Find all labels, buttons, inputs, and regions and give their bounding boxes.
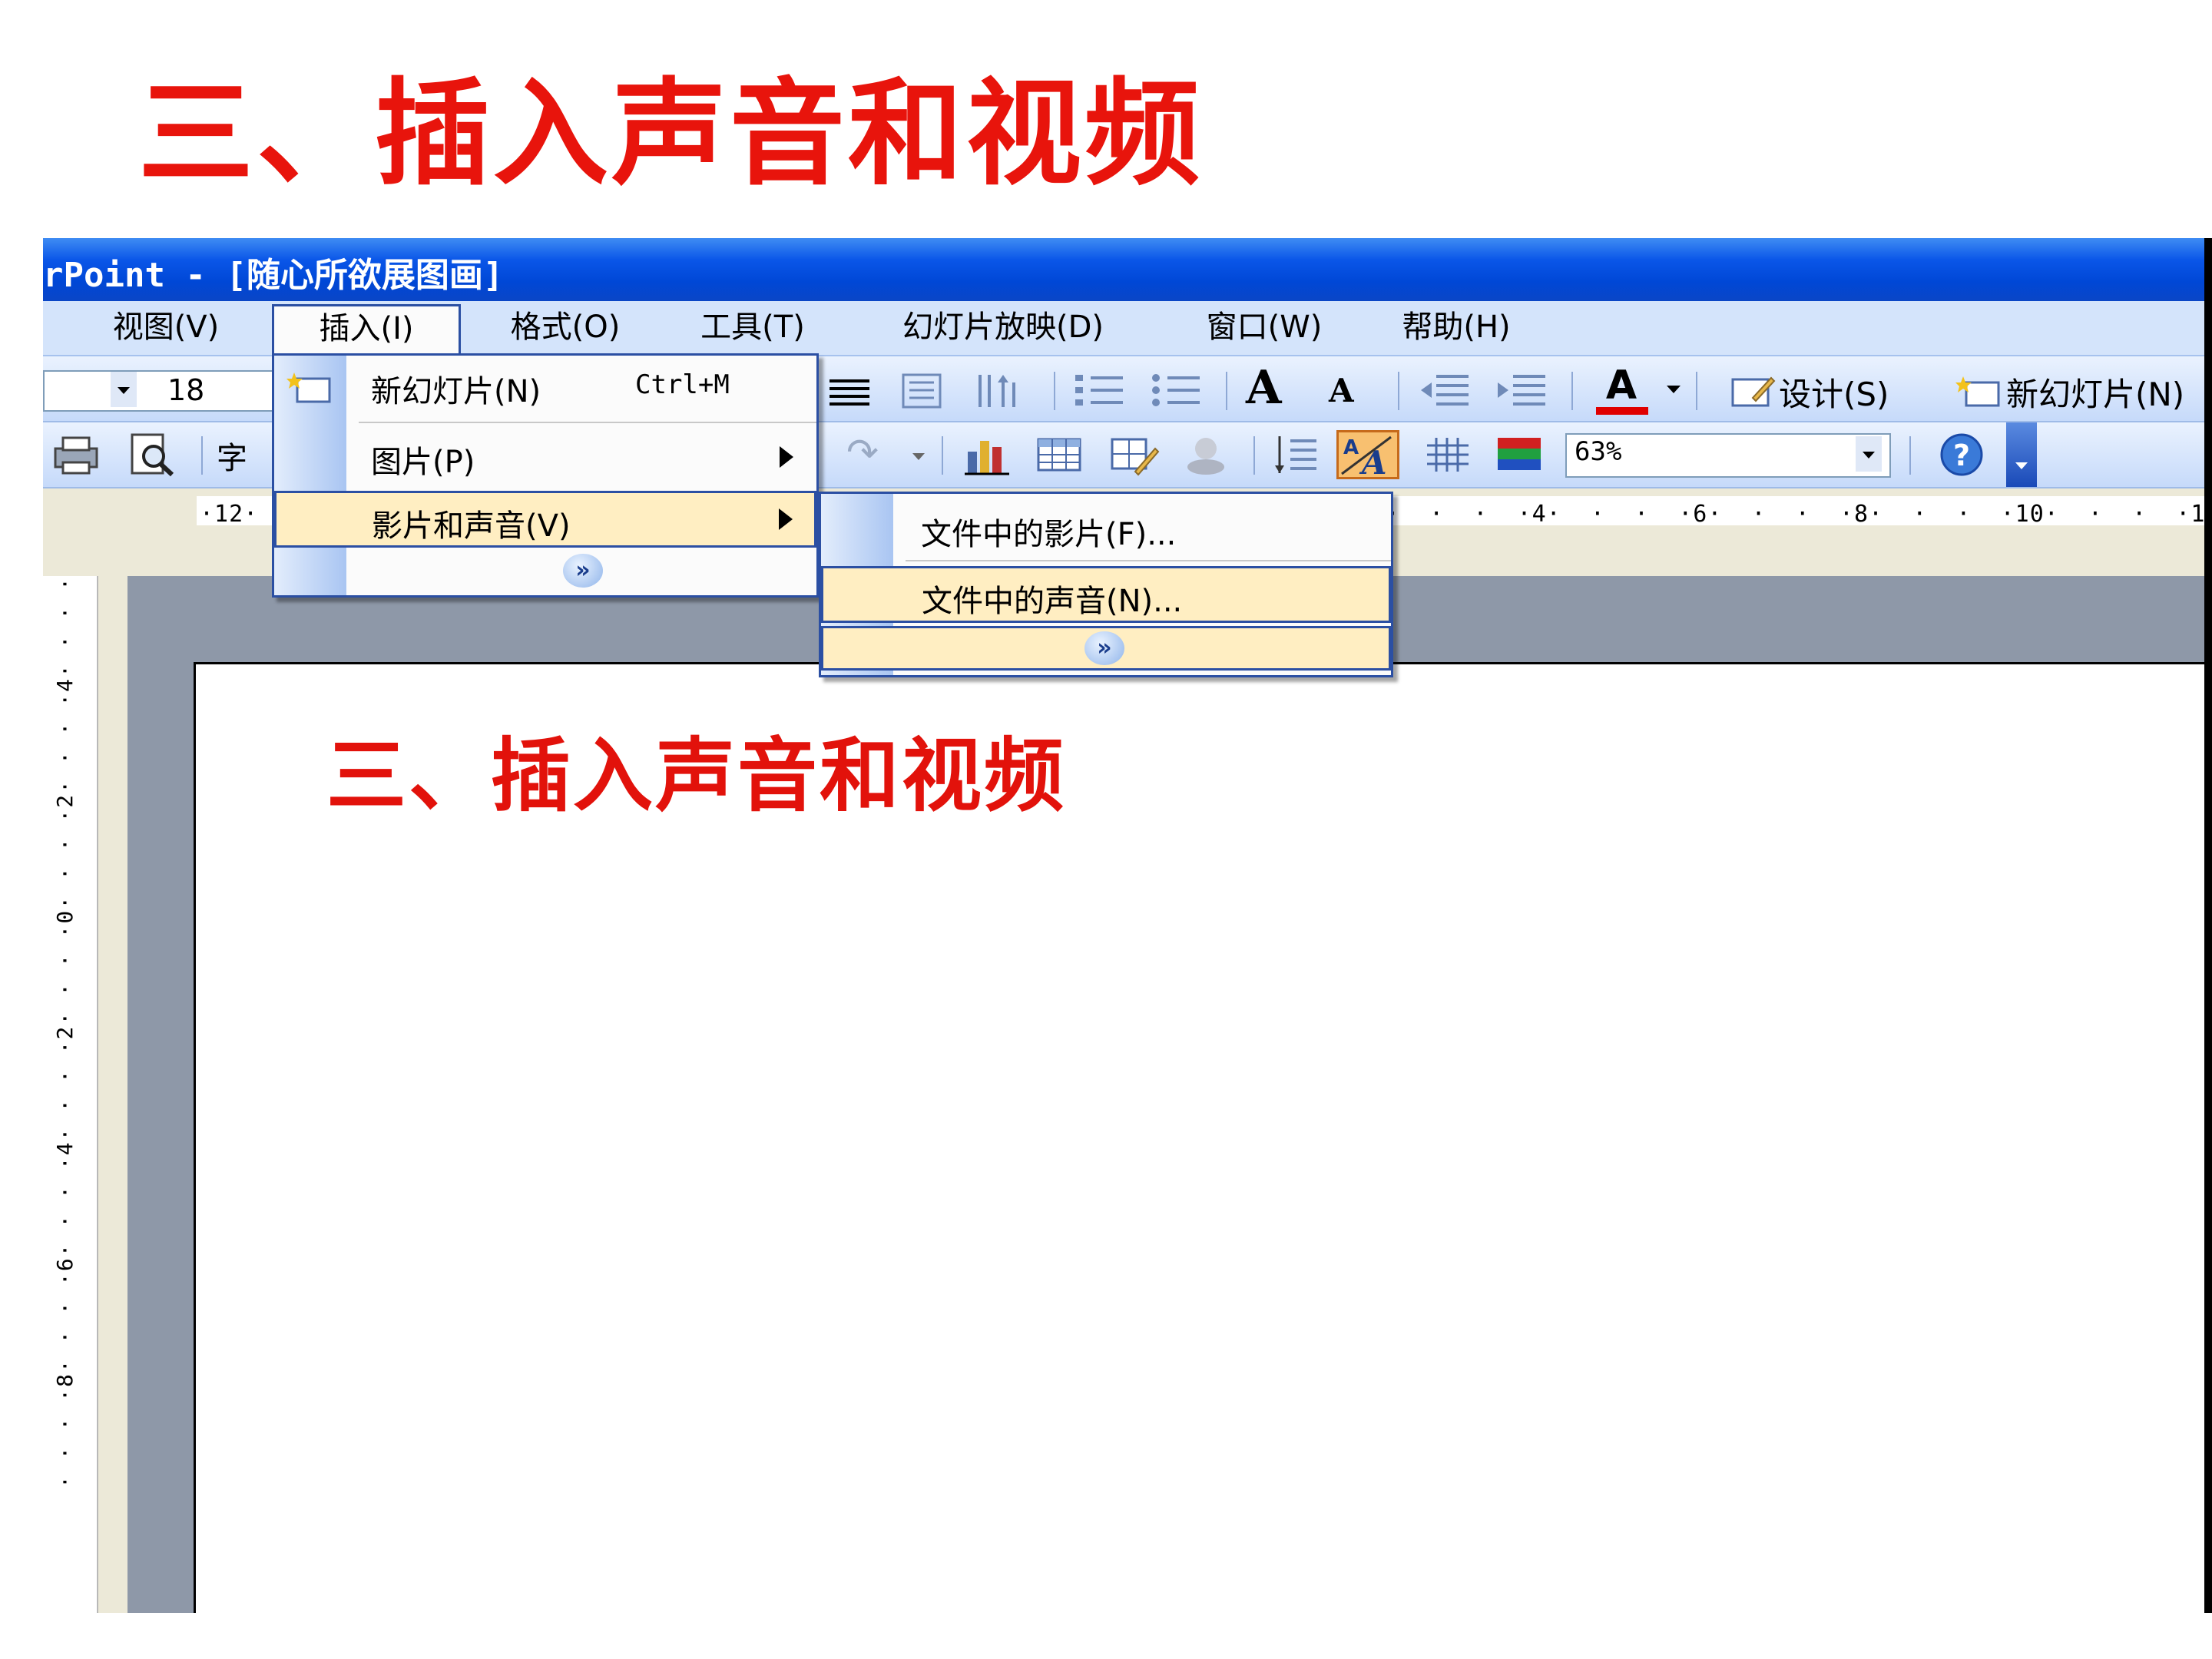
redo-icon[interactable]: ↷ xyxy=(846,430,879,475)
menu-expand-row[interactable]: » xyxy=(821,626,1391,671)
insert-chart-icon[interactable] xyxy=(963,433,1011,476)
separator xyxy=(942,436,943,475)
ruler-marks: · · · ·8· · · ·6· · · ·4· · · ·2· · · ·0… xyxy=(52,576,78,1489)
svg-text:?: ? xyxy=(1953,439,1970,472)
zoom-value: 63% xyxy=(1575,436,1622,467)
submenu-arrow-icon xyxy=(780,446,793,468)
vertical-ruler: · · · ·8· · · ·6· · · ·4· · · ·2· · · ·0… xyxy=(43,576,98,1613)
separator xyxy=(1054,372,1055,410)
grid-icon[interactable] xyxy=(1426,435,1472,475)
title-bar[interactable]: rPoint - [随心所欲展图画] xyxy=(43,238,2212,301)
font-size-box[interactable]: 18 xyxy=(43,370,276,412)
menu-item-shortcut: Ctrl+M xyxy=(635,369,730,400)
zoom-box[interactable]: 63% xyxy=(1565,433,1891,478)
decrease-indent-icon[interactable] xyxy=(1418,372,1472,410)
grow-font-icon[interactable]: A xyxy=(1246,361,1282,415)
increase-indent-icon[interactable] xyxy=(1495,372,1548,410)
font-color-icon[interactable]: A xyxy=(1594,363,1656,415)
new-slide-icon xyxy=(286,371,333,405)
color-grayscale-icon[interactable] xyxy=(1496,436,1542,473)
menu-format[interactable]: 格式(O) xyxy=(481,306,650,349)
page-heading: 三、插入声音和视频 xyxy=(138,66,1204,201)
separator xyxy=(1571,372,1573,410)
print-icon[interactable] xyxy=(51,433,101,476)
separator xyxy=(201,436,203,475)
spelling-button[interactable]: 字 xyxy=(217,433,247,478)
shrink-font-icon[interactable]: A xyxy=(1329,372,1354,409)
menu-item-movie-from-file[interactable]: 文件中的影片(F)... xyxy=(821,498,1391,557)
zoom-dropdown[interactable] xyxy=(1856,436,1882,472)
menu-item-label: 图片(P) xyxy=(371,445,475,480)
menu-tools[interactable]: 工具(T) xyxy=(676,306,830,349)
powerpoint-window: rPoint - [随心所欲展图画] 视图(V) 插入(I) 格式(O) 工具(… xyxy=(43,238,2212,1613)
movies-sounds-submenu: 文件中的影片(F)... 文件中的声音(N)... » xyxy=(819,492,1393,677)
menu-item-sound-from-file[interactable]: 文件中的声音(N)... xyxy=(821,566,1391,623)
menu-item-label: 影片和声音(V) xyxy=(372,508,571,544)
menu-separator xyxy=(906,560,1391,561)
chevron-down-icon xyxy=(1863,452,1875,459)
toolbar-options-icon[interactable] xyxy=(2006,422,2037,487)
menu-item-new-slide[interactable]: 新幻灯片(N) Ctrl+M xyxy=(274,363,816,412)
window-edge xyxy=(2204,238,2212,1613)
submenu-arrow-icon xyxy=(779,508,793,530)
expand-menu-icon[interactable]: » xyxy=(1084,631,1124,665)
menu-item-label: 新幻灯片(N) xyxy=(371,374,541,409)
align-top-icon[interactable] xyxy=(899,372,945,410)
separator xyxy=(1909,436,1911,475)
show-formatting-icon[interactable]: AA xyxy=(1336,430,1399,482)
window-title: rPoint - [随心所欲展图画] xyxy=(43,256,504,295)
menu-item-movies-sounds[interactable]: 影片和声音(V) xyxy=(274,491,816,548)
font-size-dropdown[interactable] xyxy=(111,372,137,407)
slide-canvas[interactable]: 三、插入声音和视频 xyxy=(194,662,2212,1613)
menu-view[interactable]: 视图(V) xyxy=(97,306,235,349)
svg-text:A: A xyxy=(1359,444,1387,477)
chevron-down-icon xyxy=(118,387,130,394)
new-slide-button[interactable]: 新幻灯片(N) xyxy=(2006,369,2184,416)
menu-item-picture[interactable]: 图片(P) xyxy=(274,429,816,483)
menu-item-label: 文件中的声音(N)... xyxy=(922,584,1183,619)
menu-help[interactable]: 帮助(H) xyxy=(1379,306,1533,349)
menu-item-label: 文件中的影片(F)... xyxy=(921,517,1177,552)
design-button[interactable]: 设计(S) xyxy=(1779,369,1889,416)
menu-slideshow[interactable]: 幻灯片放映(D) xyxy=(865,306,1141,349)
menu-bar: 视图(V) 插入(I) 格式(O) 工具(T) 幻灯片放映(D) 窗口(W) 帮… xyxy=(43,301,2212,356)
distribute-icon[interactable] xyxy=(826,376,873,407)
chevron-down-icon[interactable] xyxy=(1667,386,1681,393)
separator xyxy=(1398,372,1399,410)
slide-title[interactable]: 三、插入声音和视频 xyxy=(326,710,1066,826)
insert-hyperlink-icon[interactable] xyxy=(1183,433,1233,476)
font-size-value: 18 xyxy=(167,373,205,407)
insert-menu: 新幻灯片(N) Ctrl+M 图片(P) 影片和声音(V) » xyxy=(272,353,819,598)
numbered-list-icon[interactable] xyxy=(1072,372,1126,410)
separator xyxy=(1253,436,1255,475)
svg-text:A: A xyxy=(1343,436,1359,459)
print-preview-icon[interactable] xyxy=(127,432,178,478)
separator xyxy=(1226,372,1227,410)
design-icon xyxy=(1730,372,1776,410)
chevron-down-icon[interactable] xyxy=(912,453,925,460)
separator xyxy=(1696,372,1697,410)
menu-window[interactable]: 窗口(W) xyxy=(1187,306,1341,349)
insert-table-icon[interactable] xyxy=(1035,435,1083,475)
bullet-list-icon[interactable] xyxy=(1149,372,1203,410)
tables-borders-icon[interactable] xyxy=(1109,433,1160,476)
help-icon[interactable]: ? xyxy=(1937,430,1986,479)
menu-insert[interactable]: 插入(I) xyxy=(272,304,461,354)
text-direction-icon[interactable] xyxy=(972,372,1026,410)
expand-all-icon[interactable] xyxy=(1272,433,1320,476)
expand-menu-icon[interactable]: » xyxy=(563,554,603,588)
new-slide-icon xyxy=(1955,375,2002,409)
menu-separator xyxy=(359,422,816,423)
